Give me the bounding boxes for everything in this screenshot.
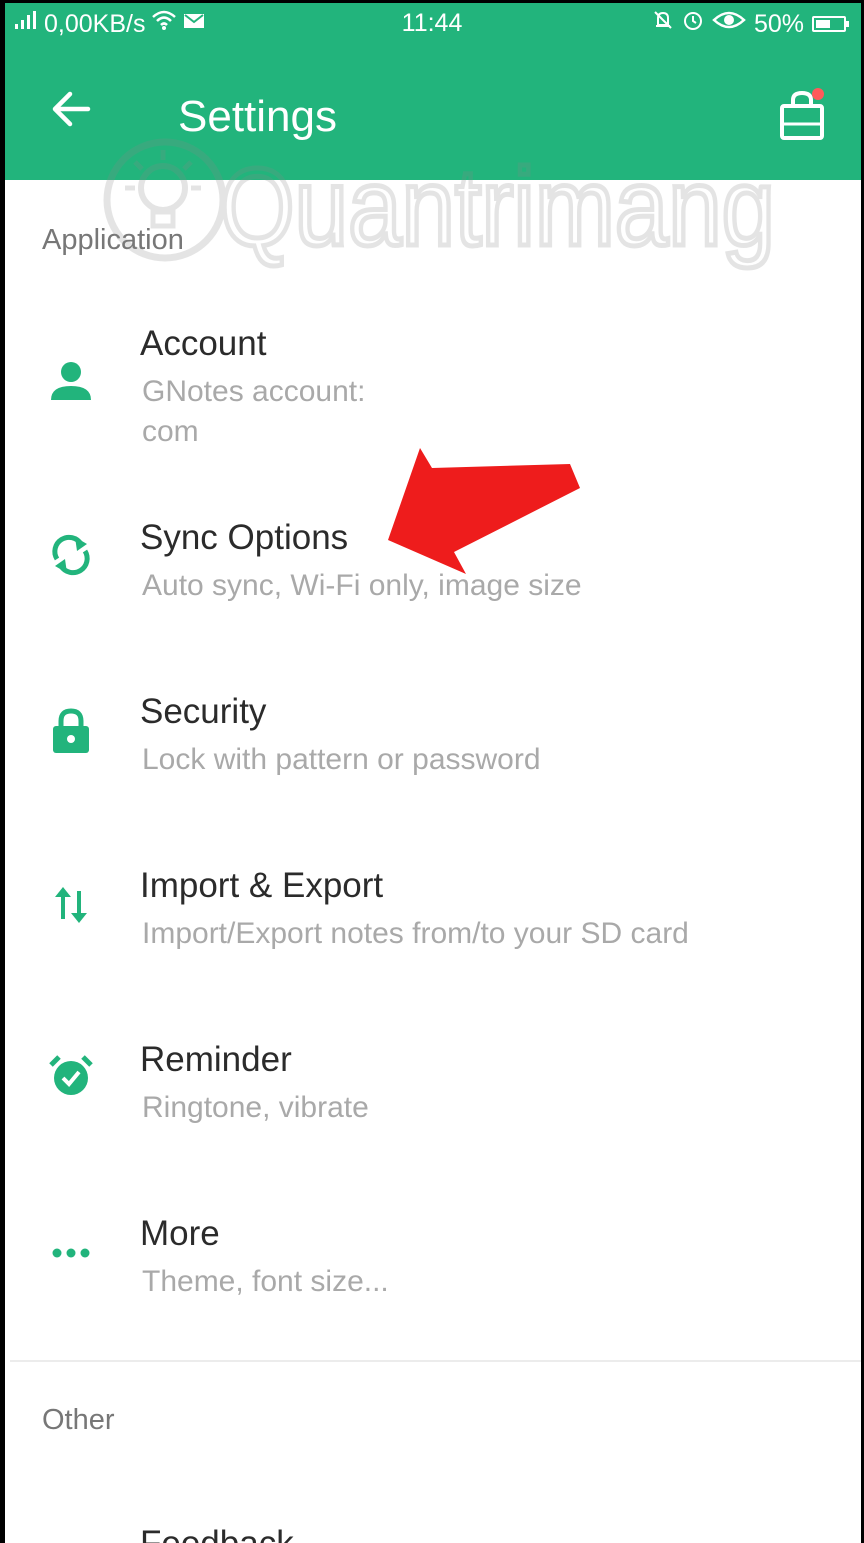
item-title: Account <box>140 324 267 363</box>
item-subtitle: Ringtone, vibrate <box>142 1091 369 1124</box>
item-title: Import & Export <box>140 866 384 905</box>
status-bar: 0,00KB/s 11:44 50% <box>0 0 864 48</box>
alarm-status-icon <box>682 9 704 39</box>
settings-item-reminder[interactable]: Reminder Ringtone, vibrate <box>0 1036 864 1136</box>
page-title: Settings <box>178 92 337 141</box>
section-header-other: Other <box>42 1404 115 1436</box>
item-subtitle: Auto sync, Wi-Fi only, image size <box>142 569 582 602</box>
settings-item-security[interactable]: Security Lock with pattern or password <box>0 688 864 788</box>
section-divider <box>10 1360 864 1362</box>
silent-bell-icon <box>652 9 674 39</box>
item-title: More <box>140 1214 220 1253</box>
settings-item-account[interactable]: Account GNotes account: com <box>0 320 864 460</box>
item-subtitle: Lock with pattern or password <box>142 743 541 776</box>
settings-item-more[interactable]: More Theme, font size... <box>0 1210 864 1310</box>
import-export-icon <box>44 878 98 932</box>
section-header-application: Application <box>42 224 184 256</box>
back-arrow-icon[interactable] <box>48 86 94 132</box>
battery-icon <box>812 16 849 32</box>
lock-icon <box>44 704 98 758</box>
shop-bag-icon[interactable] <box>778 88 826 142</box>
notification-dot <box>812 88 824 100</box>
app-bar: Settings <box>0 48 864 180</box>
person-icon <box>44 354 98 408</box>
item-subtitle: Import/Export notes from/to your SD card <box>142 917 689 950</box>
item-subtitle: GNotes account: <box>142 375 366 408</box>
sync-icon <box>44 528 98 582</box>
settings-item-import-export[interactable]: Import & Export Import/Export notes from… <box>0 862 864 962</box>
item-subtitle-continued: com <box>142 415 199 448</box>
item-title: Reminder <box>140 1040 292 1079</box>
settings-item-sync-options[interactable]: Sync Options Auto sync, Wi-Fi only, imag… <box>0 514 864 614</box>
item-title: Sync Options <box>140 518 349 557</box>
more-icon <box>44 1226 98 1280</box>
item-title: Feedback <box>140 1524 294 1543</box>
item-title: Security <box>140 692 267 731</box>
eye-icon <box>712 10 746 38</box>
battery-percent: 50% <box>753 9 804 38</box>
item-subtitle: Theme, font size... <box>142 1265 389 1298</box>
alarm-icon <box>44 1050 98 1104</box>
settings-item-feedback[interactable]: Feedback <box>0 1520 864 1543</box>
